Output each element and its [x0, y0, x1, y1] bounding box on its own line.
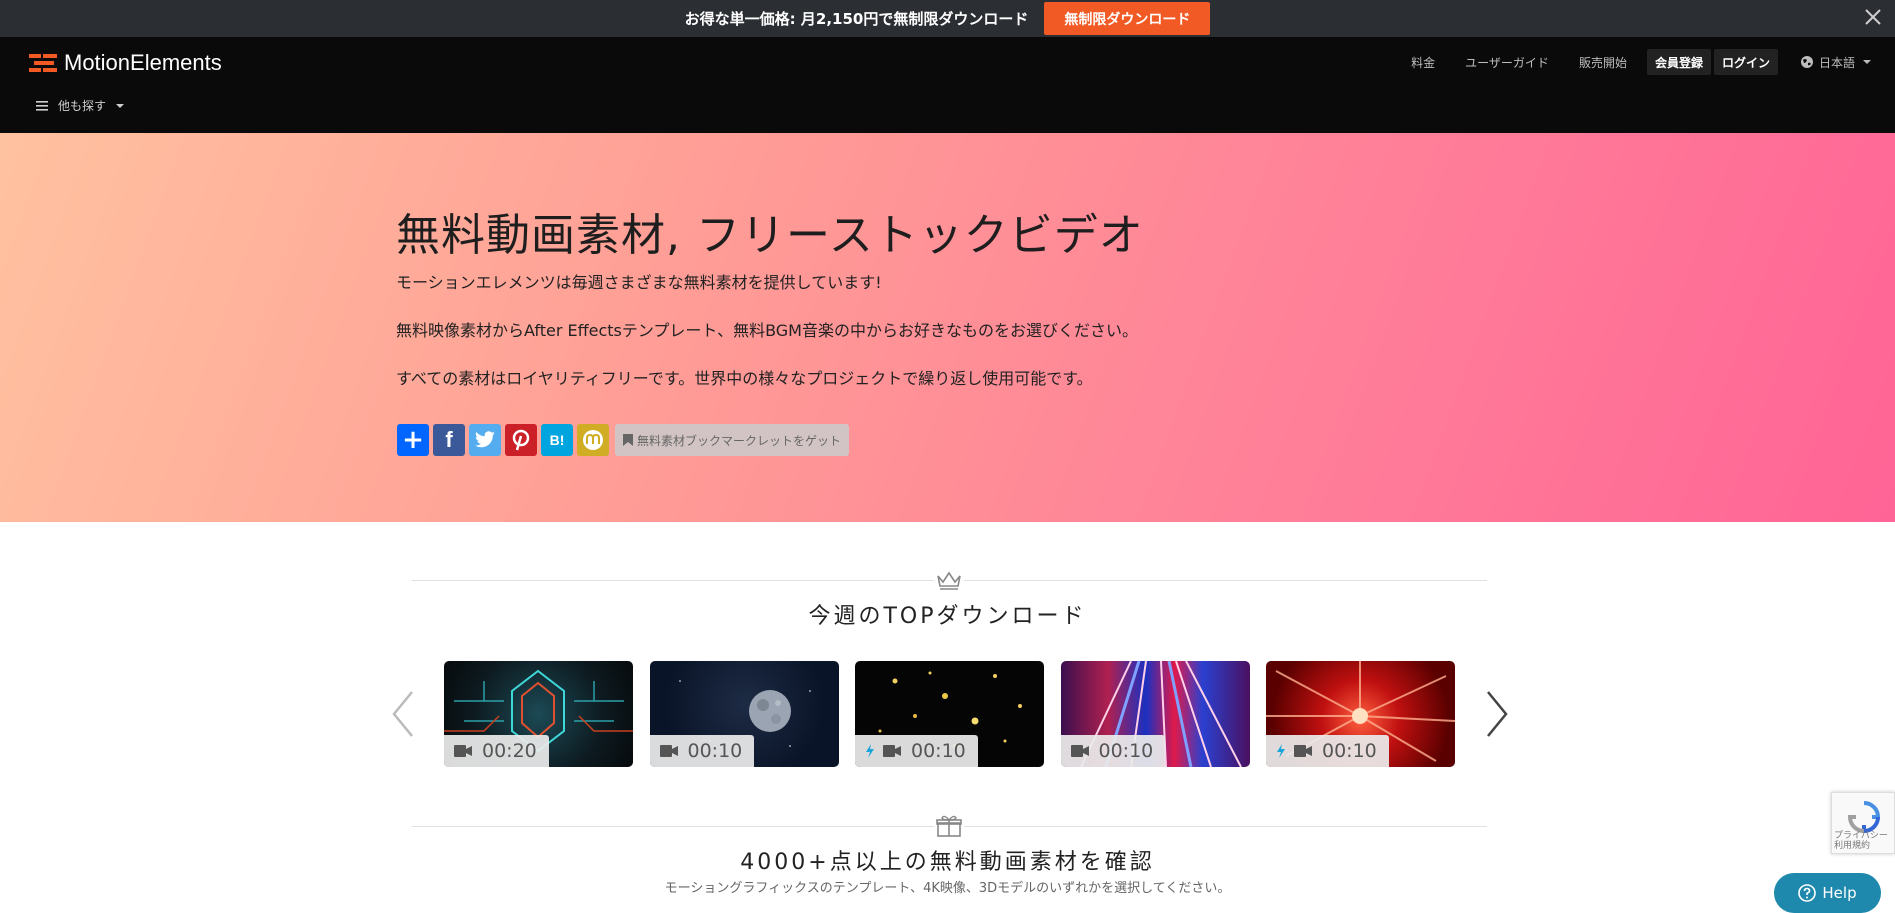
browse-label: 他も探す — [58, 99, 107, 113]
language-selector[interactable]: 日本語 — [1800, 54, 1871, 71]
recaptcha-icon — [1847, 801, 1881, 834]
crown-icon — [934, 568, 964, 592]
duration-text: 00:10 — [1322, 740, 1377, 762]
pinterest-icon — [512, 429, 530, 451]
browse-menu[interactable]: 他も探す — [36, 97, 125, 114]
video-thumbnail[interactable]: 00:10 — [1266, 661, 1455, 767]
recaptcha-badge[interactable]: プライバシー 利用規約 — [1831, 792, 1895, 854]
logo[interactable]: MotionElements — [29, 50, 222, 76]
duration-text: 00:10 — [1098, 740, 1154, 762]
recaptcha-privacy-link[interactable]: プライバシー — [1834, 831, 1888, 841]
duration-text: 00:10 — [911, 740, 966, 762]
hero-paragraph-1: モーションエレメンツは毎週さまざまな無料素材を提供しています! — [396, 273, 882, 292]
question-icon — [1798, 884, 1817, 902]
bookmark-icon — [623, 434, 633, 446]
logo-icon — [29, 54, 57, 72]
carousel-next-icon[interactable] — [1482, 689, 1512, 739]
lightning-icon — [866, 744, 874, 758]
login-button[interactable]: ログイン — [1713, 49, 1778, 75]
facebook-share-button[interactable]: f — [433, 424, 465, 456]
chevron-down-icon — [1863, 60, 1871, 64]
gift-icon — [934, 814, 964, 838]
duration-badge: 00:10 — [649, 735, 755, 767]
video-camera-icon — [1070, 745, 1089, 757]
carousel-prev-icon[interactable] — [388, 689, 418, 739]
chevron-down-icon — [116, 103, 125, 108]
help-button[interactable]: Help — [1774, 873, 1881, 913]
promo-bar: お得な単一価格: 月2,150円で無制限ダウンロード 無制限ダウンロード — [0, 0, 1895, 37]
twitter-share-button[interactable] — [469, 424, 501, 456]
bookmarklet-label: 無料素材ブックマークレットをゲット — [637, 433, 842, 448]
language-label: 日本語 — [1818, 55, 1855, 70]
hatena-bookmark-button[interactable]: B! — [541, 424, 573, 456]
top-downloads-carousel: 00:20 00:10 00:10 00:10 00:10 — [444, 661, 1472, 767]
duration-badge: 00:20 — [444, 735, 549, 767]
lightning-icon — [1277, 744, 1285, 758]
page-title: 無料動画素材, フリーストックビデオ — [396, 210, 1144, 261]
globe-icon — [1800, 56, 1813, 68]
video-thumbnail[interactable]: 00:10 — [649, 661, 839, 767]
hamburger-icon — [36, 100, 48, 111]
duration-text: 00:20 — [482, 740, 537, 762]
mixi-icon — [583, 430, 603, 450]
video-thumbnail[interactable]: 00:10 — [1060, 661, 1250, 767]
video-thumbnail[interactable]: 00:20 — [444, 661, 633, 767]
recaptcha-terms-link[interactable]: 利用規約 — [1834, 841, 1888, 851]
hero-banner: 無料動画素材, フリーストックビデオ モーションエレメンツは毎週さまざまな無料素… — [0, 133, 1895, 522]
duration-badge: 00:10 — [1266, 735, 1389, 767]
video-camera-icon — [883, 745, 901, 757]
free-section-title: 4000+点以上の無料動画素材を確認 — [740, 850, 1155, 875]
top-nav: 料金 ユーザーガイド 販売開始 会員登録 ログイン 日本語 — [1381, 49, 1871, 75]
logo-text: MotionElements — [64, 50, 222, 75]
nav-sell[interactable]: 販売開始 — [1579, 54, 1627, 71]
site-header: MotionElements 他も探す 料金 ユーザーガイド 販売開始 会員登録… — [0, 37, 1895, 133]
video-camera-icon — [454, 745, 472, 757]
video-camera-icon — [659, 745, 678, 757]
duration-badge: 00:10 — [1060, 735, 1166, 767]
signup-button[interactable]: 会員登録 — [1646, 49, 1711, 75]
hero-paragraph-2: 無料映像素材からAfter Effectsテンプレート、無料BGM音楽の中からお… — [396, 321, 1138, 340]
hero-paragraph-3: すべての素材はロイヤリティフリーです。世界中の様々なプロジェクトで繰り返し使用可… — [396, 369, 1093, 388]
free-section-subtitle: モーショングラフィックスのテンプレート、4K映像、3Dモデルのいずれかを選択して… — [664, 881, 1231, 896]
share-add-button[interactable]: + — [397, 424, 429, 456]
share-buttons: + f B! 無料素材ブックマークレットをゲット — [397, 424, 850, 456]
close-icon[interactable] — [1861, 5, 1885, 29]
bookmarklet-button[interactable]: 無料素材ブックマークレットをゲット — [615, 424, 850, 456]
hero-content: 無料動画素材, フリーストックビデオ — [396, 199, 1296, 263]
video-thumbnail[interactable]: 00:10 — [855, 661, 1044, 767]
top-downloads-title: 今週のTOPダウンロード — [808, 604, 1087, 629]
duration-badge: 00:10 — [855, 735, 978, 767]
recaptcha-text: プライバシー 利用規約 — [1834, 831, 1888, 851]
pinterest-share-button[interactable] — [505, 424, 537, 456]
mixi-share-button[interactable] — [577, 424, 609, 456]
help-label: Help — [1822, 884, 1857, 902]
nav-user-guide[interactable]: ユーザーガイド — [1465, 54, 1549, 71]
twitter-icon — [475, 431, 495, 448]
nav-pricing[interactable]: 料金 — [1411, 54, 1435, 71]
duration-text: 00:10 — [687, 740, 743, 762]
unlimited-download-button[interactable]: 無制限ダウンロード — [1044, 2, 1211, 35]
video-camera-icon — [1294, 745, 1312, 757]
promo-text: お得な単一価格: 月2,150円で無制限ダウンロード — [684, 10, 1029, 28]
